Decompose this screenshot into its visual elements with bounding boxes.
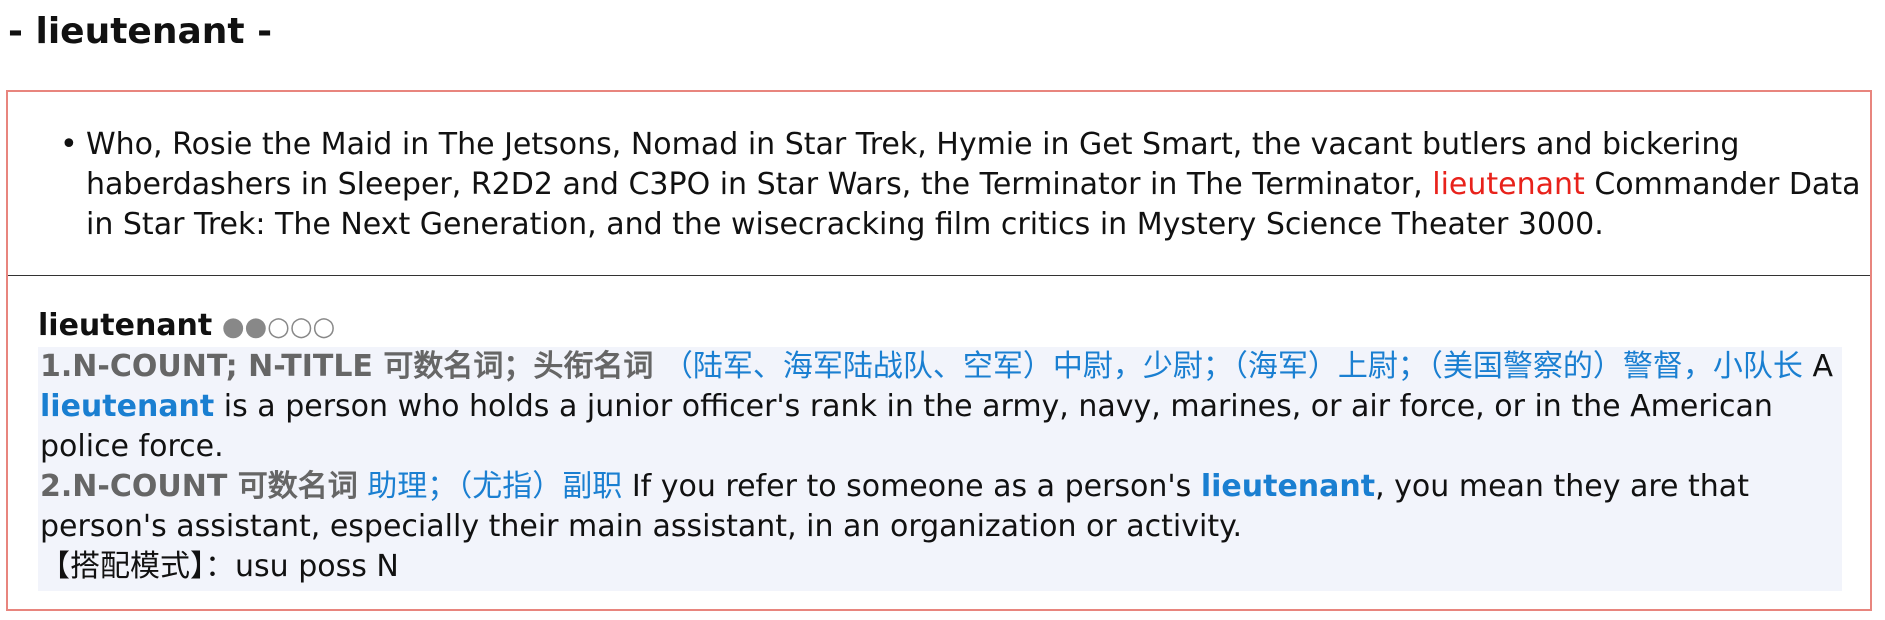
sense-text-before: If you refer to someone as a person's — [622, 469, 1201, 504]
bullet-icon: • — [60, 127, 78, 162]
usage-pattern: 【搭配模式】：usu poss N — [40, 549, 399, 584]
example-highlight: lieutenant — [1432, 167, 1585, 202]
sense-2: 2.N-COUNT 可数名词 助理；（尤指）副职 If you refer to… — [40, 467, 1840, 547]
example-sentence: • Who, Rosie the Maid in The Jetsons, No… — [60, 125, 1872, 245]
sense-text-after: is a person who holds a junior officer's… — [40, 389, 1773, 464]
definitions: 1.N-COUNT; N-TITLE 可数名词；头衔名词 （陆军、海军陆战队、空… — [38, 347, 1842, 591]
entry-word: lieutenant — [38, 308, 213, 343]
frequency-dots-icon: ●●○○○ — [221, 312, 336, 342]
sense-label: 2.N-COUNT 可数名词 — [40, 469, 358, 504]
sense-keyword: lieutenant — [1200, 469, 1376, 504]
sense-text-before: A — [1802, 349, 1833, 384]
page-title: - lieutenant - — [8, 11, 273, 52]
content-box: • Who, Rosie the Maid in The Jetsons, No… — [6, 90, 1872, 611]
dictionary-entry: lieutenant ●●○○○ 1.N-COUNT; N-TITLE 可数名词… — [38, 306, 1842, 591]
entry-header: lieutenant ●●○○○ — [38, 306, 1842, 347]
sense-label: 1.N-COUNT; N-TITLE 可数名词；头衔名词 — [40, 349, 654, 384]
sense-1: 1.N-COUNT; N-TITLE 可数名词；头衔名词 （陆军、海军陆战队、空… — [40, 347, 1840, 467]
sense-chinese: （陆军、海军陆战队、空军）中尉，少尉；（海军）上尉；（美国警察的）警督，小队长 — [662, 349, 1803, 384]
sense-keyword: lieutenant — [40, 389, 215, 424]
example-section: • Who, Rosie the Maid in The Jetsons, No… — [8, 92, 1870, 276]
page: - lieutenant - • Who, Rosie the Maid in … — [0, 0, 1885, 620]
sense-chinese: 助理；（尤指）副职 — [367, 469, 623, 504]
